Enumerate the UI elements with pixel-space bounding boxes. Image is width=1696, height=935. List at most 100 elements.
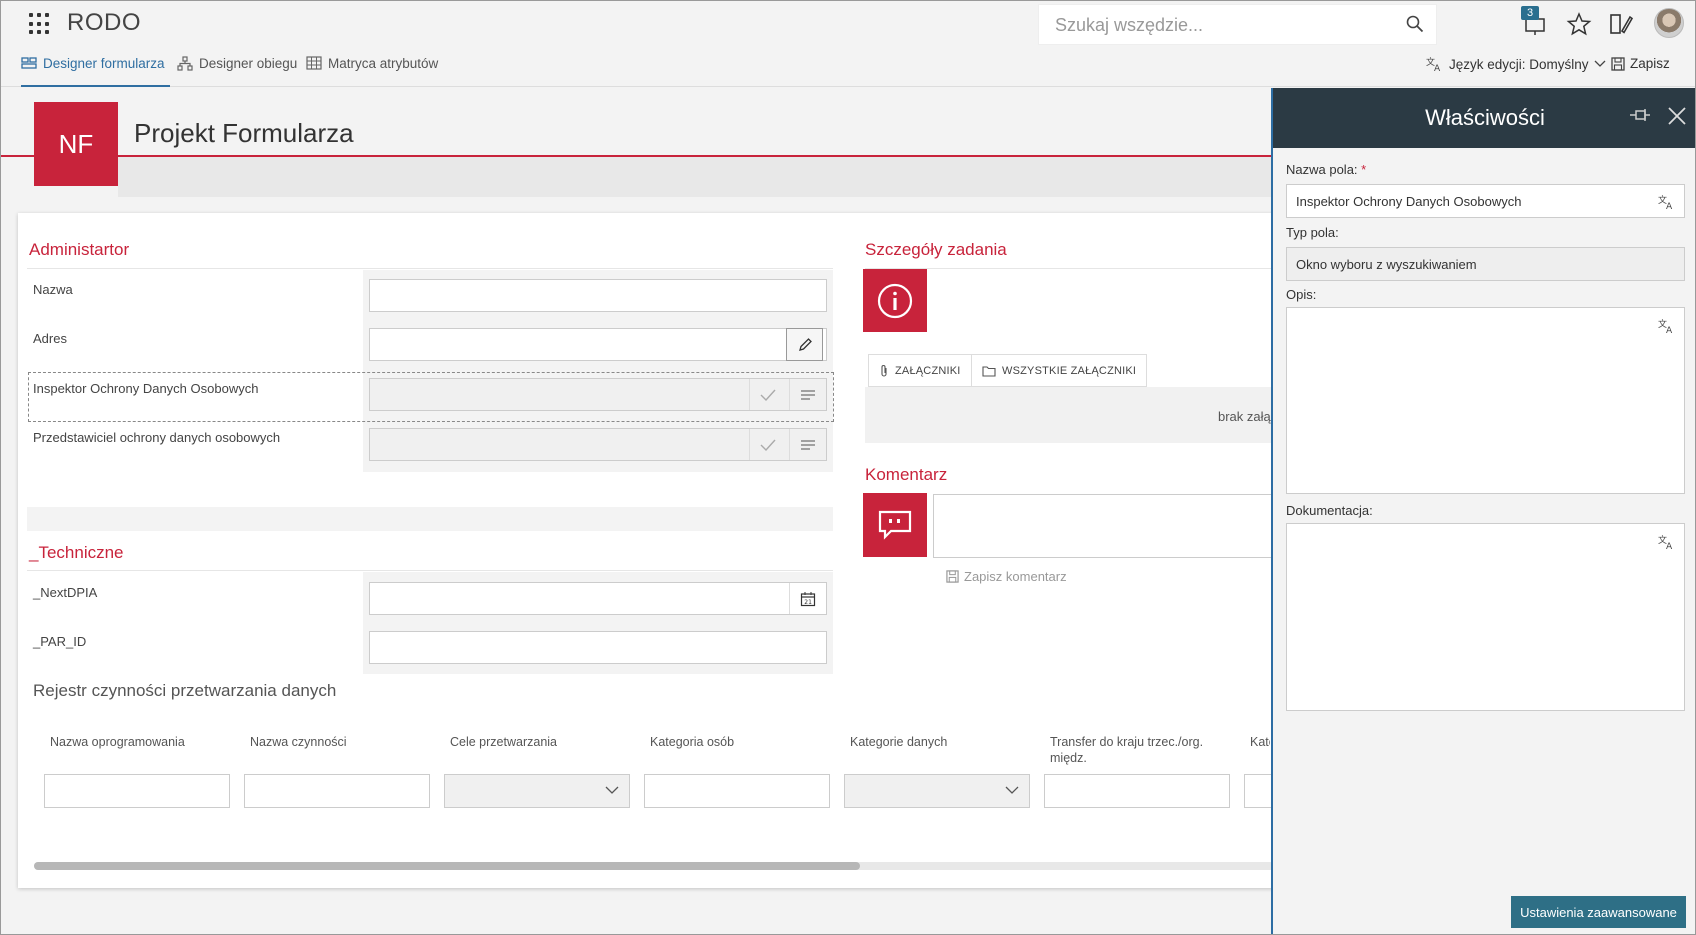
chevron-down-icon [1594, 60, 1606, 67]
properties-panel: Właściwości Nazwa pola: * Inspektor Ochr… [1271, 88, 1695, 934]
przedstawiciel-lookup-field[interactable] [369, 428, 827, 461]
scrollbar-thumb[interactable] [34, 862, 860, 870]
column-header: Cele przetwarzania [450, 735, 557, 749]
tab-attachments[interactable]: ZAŁĄCZNIKI [868, 354, 972, 387]
matrix-icon [306, 56, 322, 70]
horizontal-scrollbar[interactable] [34, 862, 1274, 870]
edit-address-button[interactable] [786, 328, 823, 361]
task-info-tile [863, 269, 927, 332]
field-type-text: Okno wyboru z wyszukiwaniem [1296, 257, 1477, 272]
register-title: Rejestr czynności przetwarzania danych [33, 681, 337, 700]
comment-tile [863, 493, 927, 557]
app-launcher-icon[interactable] [29, 13, 51, 35]
app-title: RODO [67, 9, 141, 36]
tab-attribute-matrix[interactable]: Matryca atrybutów [306, 56, 438, 87]
translate-icon: 文A [1426, 56, 1441, 72]
svg-text:A: A [1666, 202, 1673, 210]
field-name-value: Inspektor Ochrony Danych Osobowych [1296, 194, 1522, 209]
par-id-field[interactable] [369, 631, 827, 664]
section-title-administrator: Administartor [29, 240, 130, 259]
tab-label: Designer formularza [43, 56, 165, 71]
field-label-par-id: _PAR_ID [33, 634, 87, 649]
advanced-settings-button[interactable]: Ustawienia zaawansowane [1511, 896, 1686, 928]
tab-label: WSZYSTKIE ZAŁĄCZNIKI [1002, 364, 1137, 377]
search-input[interactable] [1055, 15, 1385, 36]
save-icon [1611, 56, 1625, 71]
comment-input[interactable] [933, 494, 1283, 558]
pencil-icon [798, 337, 812, 351]
translate-icon[interactable]: 文A [1658, 534, 1676, 553]
column-header: Kate [1250, 735, 1270, 749]
form-initials-tile: NF [34, 102, 118, 186]
software-name-input[interactable] [44, 774, 230, 808]
notifications-badge: 3 [1521, 6, 1540, 20]
persons-category-input[interactable] [644, 774, 830, 808]
tab-form-designer[interactable]: Designer formularza [21, 56, 170, 87]
field-label-adres: Adres [33, 331, 67, 346]
purpose-select[interactable] [444, 774, 630, 808]
confirm-button[interactable] [749, 379, 786, 410]
tab-all-attachments[interactable]: WSZYSTKIE ZAŁĄCZNIKI [971, 354, 1148, 387]
app-window: RODO 3 Designer formularza Designer obie… [0, 0, 1696, 935]
save-button[interactable]: Zapisz [1611, 56, 1670, 71]
nazwa-field[interactable] [369, 279, 827, 312]
search-icon[interactable] [1406, 15, 1424, 36]
activity-name-input[interactable] [244, 774, 430, 808]
edit-language-dropdown[interactable]: 文A Język edycji: Domyślny [1426, 56, 1606, 72]
star-icon[interactable] [1566, 11, 1592, 37]
nextdpia-date-field[interactable]: 21 [369, 582, 827, 615]
tab-label: Matryca atrybutów [328, 56, 439, 71]
edit-mode-icon[interactable] [1608, 11, 1634, 37]
calendar-button[interactable]: 21 [789, 583, 826, 614]
description-input[interactable]: 文A [1286, 307, 1685, 494]
save-comment-button[interactable]: Zapisz komentarz [946, 569, 1067, 584]
comment-icon [878, 510, 912, 540]
workflow-icon [177, 56, 193, 71]
field-label-inspektor: Inspektor Ochrony Danych Osobowych [33, 381, 259, 396]
tab-workflow-designer[interactable]: Designer obiegu [177, 56, 297, 87]
check-icon [760, 389, 776, 401]
list-button[interactable] [789, 429, 826, 460]
svg-text:A: A [1434, 64, 1441, 72]
translate-icon[interactable]: 文A [1658, 194, 1676, 213]
list-button[interactable] [789, 379, 826, 410]
inspektor-lookup-field[interactable] [369, 378, 827, 411]
field-type-label: Typ pola: [1286, 225, 1339, 240]
section-title-task-details: Szczegóły zadania [865, 240, 1007, 259]
nav-bar: Designer formularza Designer obiegu Matr… [1, 46, 1695, 87]
page-title: Projekt Formularza [134, 118, 354, 148]
save-label: Zapisz [1630, 56, 1670, 71]
adres-field[interactable] [369, 328, 827, 361]
tab-label: Designer obiegu [199, 56, 298, 71]
close-icon[interactable] [1667, 106, 1687, 129]
section-divider [27, 570, 833, 571]
confirm-button[interactable] [749, 429, 786, 460]
category-input[interactable] [1244, 774, 1274, 808]
documentation-input[interactable]: 文A [1286, 523, 1685, 711]
description-label: Opis: [1286, 287, 1317, 302]
section-divider [27, 268, 833, 269]
chevron-down-icon [605, 786, 619, 794]
avatar[interactable] [1654, 8, 1684, 38]
documentation-label: Dokumentacja: [1286, 503, 1373, 518]
section-title-technical: _Techniczne [29, 543, 124, 562]
svg-text:A: A [1666, 326, 1673, 334]
section-title-comment: Komentarz [865, 465, 948, 484]
field-name-label: Nazwa pola: * [1286, 162, 1366, 177]
data-category-select[interactable] [844, 774, 1030, 808]
translate-icon[interactable]: 文A [1658, 318, 1676, 337]
check-icon [760, 439, 776, 451]
column-header: Kategorie danych [850, 735, 948, 749]
save-comment-label: Zapisz komentarz [964, 569, 1067, 584]
list-icon [801, 439, 815, 450]
column-header: Nazwa czynności [250, 735, 347, 749]
field-type-value: Okno wyboru z wyszukiwaniem [1286, 247, 1685, 281]
field-name-label-text: Nazwa pola: [1286, 162, 1358, 177]
search-box[interactable] [1038, 4, 1437, 45]
field-name-input[interactable]: Inspektor Ochrony Danych Osobowych 文A [1286, 184, 1685, 218]
column-header: Transfer do kraju trzec./org. międz. [1050, 735, 1204, 765]
field-label-nextdpia: _NextDPIA [33, 585, 98, 600]
transfer-input[interactable] [1044, 774, 1230, 808]
pin-icon[interactable] [1629, 108, 1651, 125]
section-spacer [27, 507, 833, 531]
